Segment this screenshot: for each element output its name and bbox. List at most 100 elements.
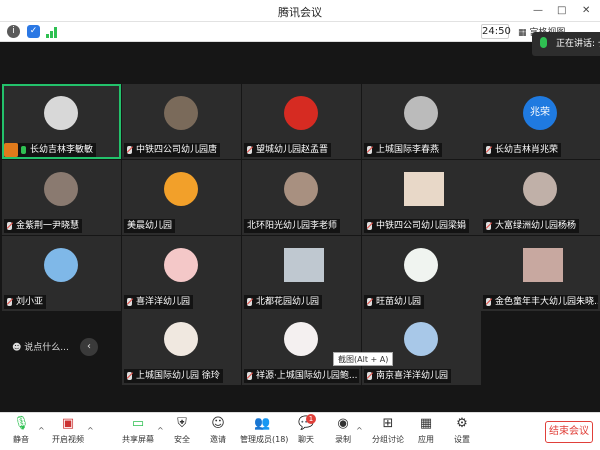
chat-input-hint[interactable]: ☻ 说点什么...: [12, 340, 69, 353]
bottom-toolbar: 🎙 静音 ^ ▣ 开启视频 ^ ▭ 共享屏幕 ^ ⛨ 安全 ☺ 邀请 👥 管理成…: [0, 412, 600, 450]
chat-collapse-button[interactable]: ‹: [80, 338, 98, 356]
mic-icon: [540, 37, 547, 48]
security-button[interactable]: ⛨ 安全: [172, 416, 192, 445]
participant-tile[interactable]: 上城国际李春燕: [362, 84, 481, 159]
participant-name: 北环阳光幼儿园李老师: [247, 221, 338, 231]
participant-name-tag: 中铁四公司幼儿园唐: [124, 143, 221, 157]
muted-mic-icon: [127, 372, 132, 380]
manage-members-button[interactable]: 👥 管理成员(18): [240, 416, 288, 445]
participant-tile[interactable]: 美晨幼儿园: [122, 160, 241, 235]
participant-name: 金色童年丰大幼儿园朱晓...: [495, 297, 598, 307]
video-options-caret[interactable]: ^: [87, 426, 94, 435]
muted-mic-icon: [247, 146, 252, 154]
mute-options-caret[interactable]: ^: [38, 426, 45, 435]
avatar-initials: 兆荣: [530, 107, 550, 118]
participant-name: 北都花园幼儿园: [256, 297, 320, 307]
members-icon: 👥: [254, 416, 271, 431]
screenshot-tooltip: 截图(Alt + A): [333, 352, 394, 366]
participant-tile[interactable]: 北环阳光幼儿园李老师: [242, 160, 361, 235]
participant-tile[interactable]: 上城国际幼儿园 徐玲: [122, 310, 241, 385]
avatar: [284, 248, 324, 282]
breakout-icon: ⊞: [382, 416, 394, 431]
meeting-timer: 24:50: [481, 24, 511, 39]
invite-button[interactable]: ☺ 邀请: [208, 416, 228, 445]
avatar: [44, 96, 78, 130]
participant-name: 金紫荆一尹晓慧: [16, 221, 80, 231]
apps-button[interactable]: ▦ 应用: [416, 416, 436, 445]
maximize-icon[interactable]: □: [557, 5, 566, 17]
avatar: [44, 248, 78, 282]
participant-name: 长幼吉林肖兆荣: [495, 145, 559, 155]
chat-button[interactable]: 💬 1 聊天: [296, 414, 316, 445]
end-meeting-button[interactable]: 结束会议: [545, 421, 593, 443]
record-options-caret[interactable]: ^: [356, 426, 363, 435]
avatar: [44, 172, 78, 206]
participant-tile[interactable]: 中铁四公司幼儿园唐: [122, 84, 241, 159]
muted-mic-icon: [127, 298, 132, 306]
participant-tile[interactable]: 北都花园幼儿园: [242, 236, 361, 311]
participant-name-tag: 北都花园幼儿园: [244, 295, 323, 309]
participant-name-tag: 南京喜洋洋幼儿园: [364, 369, 452, 383]
participant-tile[interactable]: 中铁四公司幼儿园梁娟: [362, 160, 481, 235]
muted-mic-icon: [7, 222, 12, 230]
avatar: [164, 172, 198, 206]
participant-name: 长幼吉林李敏敏: [30, 145, 94, 155]
participant-name: 美晨幼儿园: [127, 221, 173, 231]
participant-tile[interactable]: 长幼吉林李敏敏: [2, 84, 121, 159]
info-icon[interactable]: i: [7, 25, 20, 38]
avatar: [404, 322, 438, 356]
participant-tile[interactable]: 望城幼儿园赵孟晋: [242, 84, 361, 159]
participant-tile[interactable]: 南京喜洋洋幼儿园: [362, 310, 481, 385]
participant-tile[interactable]: 金色童年丰大幼儿园朱晓...: [481, 236, 600, 311]
muted-mic-icon: [367, 146, 372, 154]
gear-icon: ⚙: [456, 416, 468, 431]
share-screen-button[interactable]: ▭ 共享屏幕: [121, 416, 155, 445]
minimize-icon[interactable]: —: [533, 5, 543, 17]
participant-tile[interactable]: 兆荣长幼吉林肖兆荣: [481, 84, 600, 159]
participant-tile[interactable]: 刘小亚: [2, 236, 121, 311]
participant-name: 上城国际李春燕: [376, 145, 440, 155]
participant-name-tag: 长幼吉林肖兆荣: [483, 143, 562, 157]
participant-tile[interactable]: 旺苗幼儿园: [362, 236, 481, 311]
add-user-icon: ☺: [211, 416, 225, 431]
record-button[interactable]: ◉ 录制: [333, 416, 353, 445]
avatar: [404, 96, 438, 130]
camera-off-icon: ▣: [61, 416, 75, 431]
settings-button[interactable]: ⚙ 设置: [452, 416, 472, 445]
signal-bars-icon[interactable]: [46, 26, 58, 38]
participant-name: 大富绿洲幼儿园杨杨: [495, 221, 577, 231]
participant-tile[interactable]: 大富绿洲幼儿园杨杨: [481, 160, 600, 235]
participant-name-tag: 望城幼儿园赵孟晋: [244, 143, 332, 157]
participant-tile[interactable]: 祥源·上城国际幼儿园鲍...: [242, 310, 361, 385]
info-bar: i ✓ 24:50 ▦ 宫格视图: [0, 22, 600, 42]
avatar: [404, 172, 444, 206]
chat-hint-text: 说点什么...: [24, 343, 69, 353]
video-button[interactable]: ▣ 开启视频: [50, 416, 86, 445]
participant-name: 中铁四公司幼儿园梁娟: [376, 221, 467, 231]
participant-name-tag: 中铁四公司幼儿园梁娟: [364, 219, 470, 233]
avatar: [284, 322, 318, 356]
grid-icon: ▦: [518, 28, 527, 38]
participant-name-tag: 金色童年丰大幼儿园朱晓...: [483, 295, 598, 309]
close-icon[interactable]: ✕: [582, 5, 590, 17]
mute-button[interactable]: 🎙 静音: [8, 416, 34, 445]
microphone-icon: 🎙: [13, 416, 30, 431]
avatar: [164, 322, 198, 356]
host-badge-icon: [4, 143, 18, 157]
participant-name: 望城幼儿园赵孟晋: [256, 145, 329, 155]
apps-icon: ▦: [419, 416, 433, 431]
emoji-icon: ☻: [12, 343, 22, 353]
participant-tile[interactable]: 喜洋洋幼儿园: [122, 236, 241, 311]
avatar: 兆荣: [523, 96, 557, 130]
window-title: 腾讯会议: [278, 6, 322, 19]
participant-tile[interactable]: 金紫荆一尹晓慧: [2, 160, 121, 235]
shield-icon[interactable]: ✓: [27, 25, 40, 38]
breakout-rooms-button[interactable]: ⊞ 分组讨论: [372, 416, 404, 445]
share-options-caret[interactable]: ^: [157, 426, 164, 435]
muted-mic-icon: [486, 222, 491, 230]
participant-name-tag: 旺苗幼儿园: [364, 295, 425, 309]
participant-name-tag: 美晨幼儿园: [124, 219, 176, 233]
muted-mic-icon: [486, 298, 491, 306]
participant-name-tag: 上城国际李春燕: [364, 143, 443, 157]
share-screen-icon: ▭: [131, 416, 145, 431]
